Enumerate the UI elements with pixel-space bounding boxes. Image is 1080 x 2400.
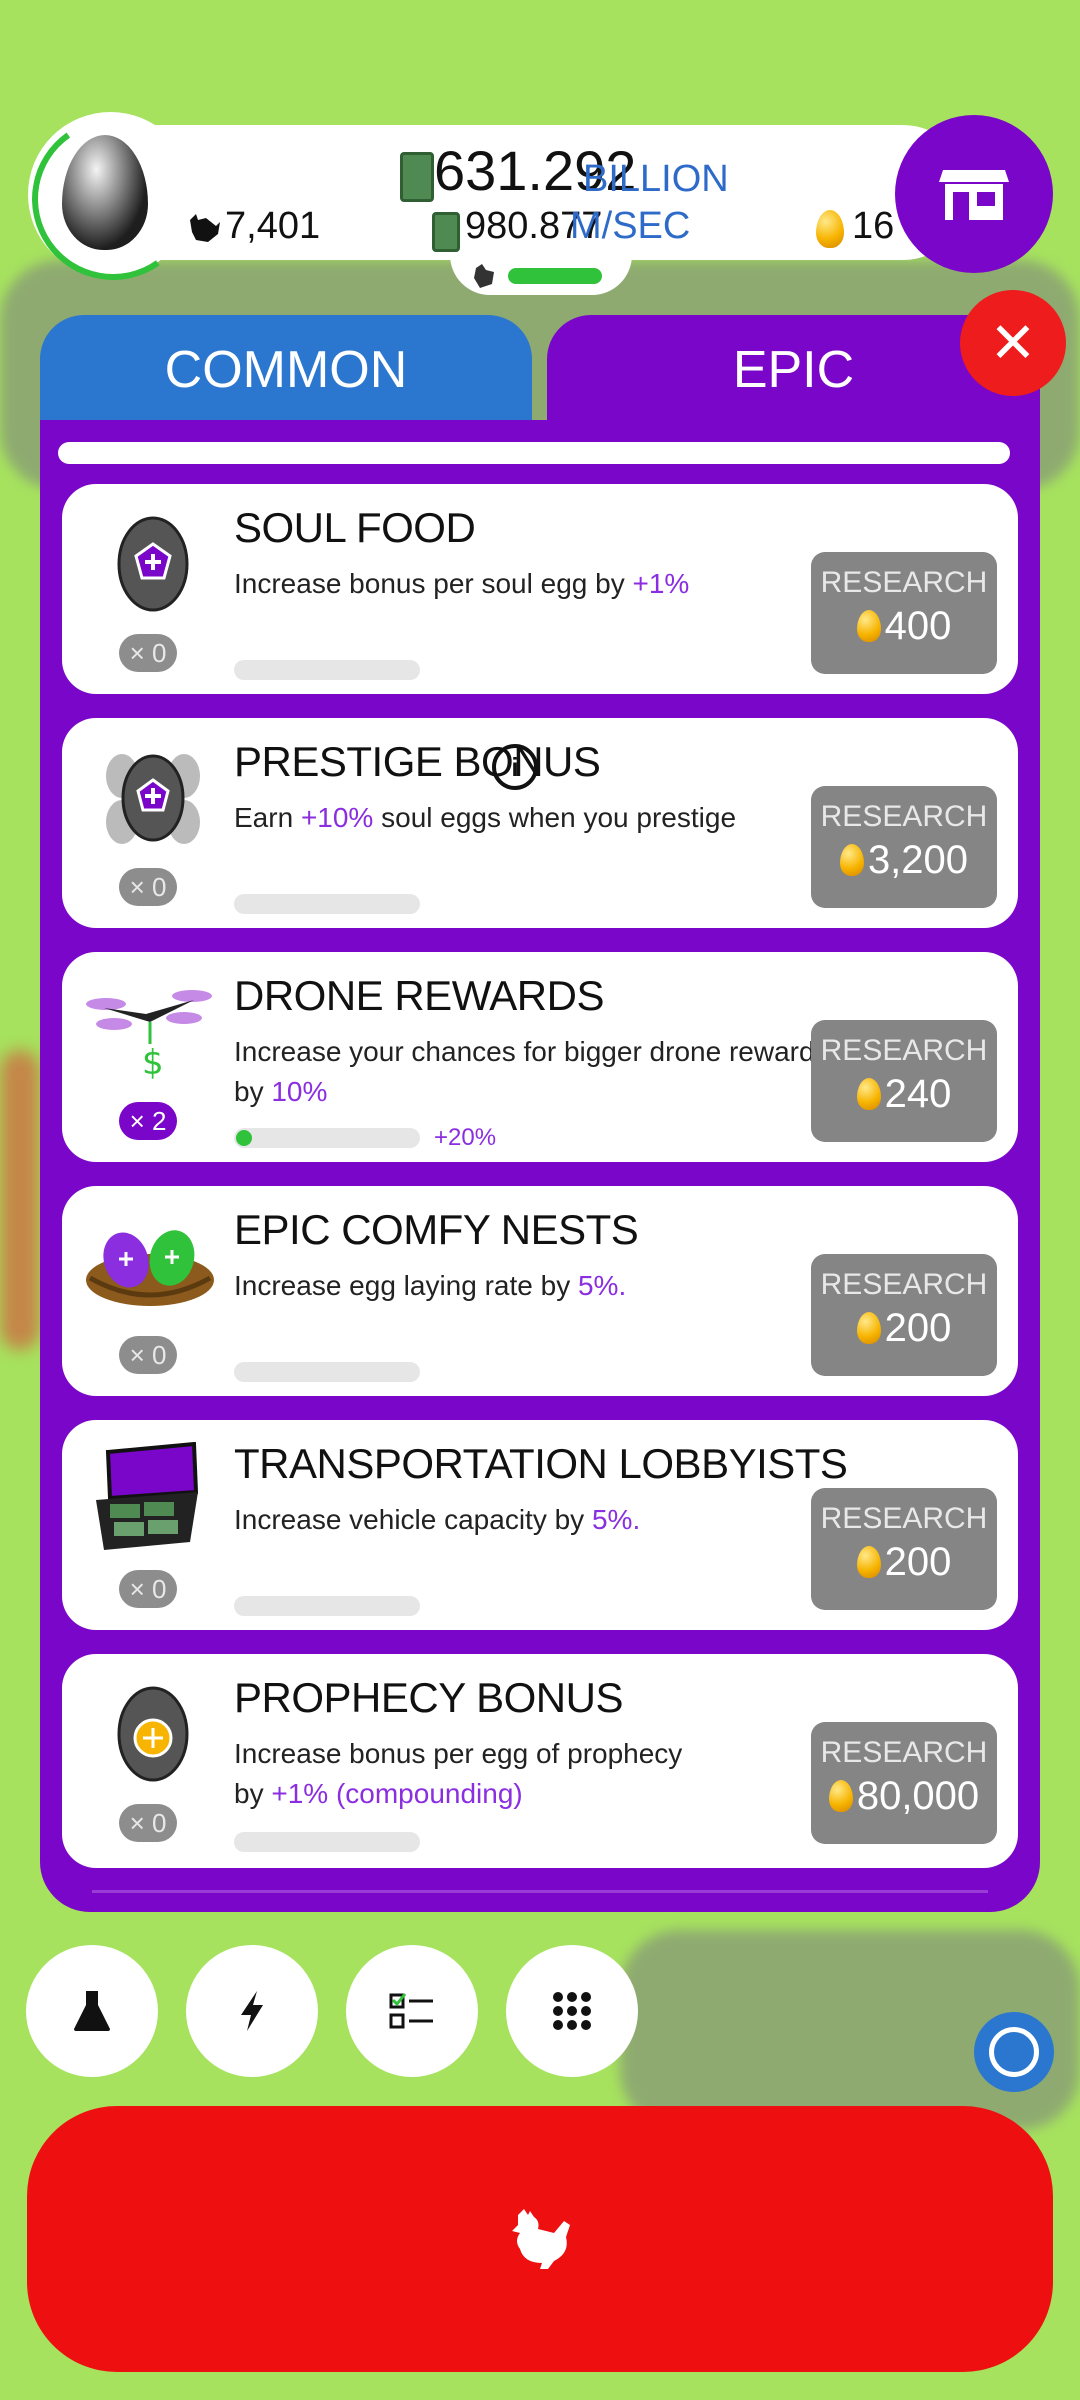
close-icon: ✕ <box>989 310 1037 376</box>
research-progress <box>234 894 420 914</box>
cash-rate-icon <box>432 212 460 252</box>
drone-target-button[interactable] <box>974 2012 1054 2092</box>
research-button[interactable]: RESEARCH 200 <box>811 1254 997 1376</box>
golden-egg-icon <box>828 1780 853 1812</box>
grid-icon <box>553 1992 591 2030</box>
briefcase-money-icon <box>96 1442 199 1550</box>
money-unit: BILLION <box>583 158 729 200</box>
research-cost: 80,000 <box>856 1774 980 1818</box>
golden-egg-icon <box>856 1546 881 1578</box>
shop-button[interactable] <box>895 115 1053 273</box>
earning-rate-unit: M/SEC <box>570 205 691 247</box>
research-button-label: RESEARCH <box>820 1034 988 1067</box>
research-count: × 0 <box>119 634 177 672</box>
research-item-soul-food: × 0 SOUL FOOD Increase bonus per soul eg… <box>62 484 1018 694</box>
golden-egg-count: 16 <box>852 205 895 247</box>
research-cost: 3,200 <box>867 838 969 882</box>
research-progress-fill <box>236 1130 252 1146</box>
research-button-label: RESEARCH <box>820 566 988 599</box>
tab-common-label: COMMON <box>164 341 408 399</box>
golden-egg-icon <box>856 1078 881 1110</box>
background-building <box>0 1050 40 1350</box>
golden-egg-icon <box>816 210 844 248</box>
research-button-label: RESEARCH <box>820 1736 988 1769</box>
prophecy-egg-icon <box>117 1686 189 1782</box>
research-button[interactable]: RESEARCH 80,000 <box>811 1722 997 1844</box>
research-progress <box>234 1128 420 1148</box>
research-item-epic-comfy-nests: × 0 EPIC COMFY NESTS Increase egg laying… <box>62 1186 1018 1396</box>
research-title: SOUL FOOD <box>234 504 476 551</box>
research-cost: 200 <box>884 1540 952 1584</box>
golden-egg-icon <box>839 844 864 876</box>
golden-egg-icon <box>856 1312 881 1344</box>
flask-icon <box>74 1991 110 2031</box>
research-count: × 0 <box>119 1336 177 1374</box>
research-description: Earn +10% soul eggs when you prestige <box>234 802 737 833</box>
research-title: TRANSPORTATION LOBBYISTS <box>234 1440 848 1487</box>
research-description: Increase egg laying rate by 5%. <box>234 1270 627 1301</box>
hatchery-fill <box>508 268 602 284</box>
research-progress <box>234 1596 420 1616</box>
research-count: × 0 <box>119 1570 177 1608</box>
checklist-icon <box>389 1993 433 2029</box>
research-item-drone-rewards: $ × 2 DRONE REWARDS Increase your chance… <box>62 952 1018 1162</box>
ring-icon <box>989 2027 1039 2077</box>
research-progress-label: +20% <box>434 1124 497 1151</box>
close-button[interactable]: ✕ <box>960 290 1066 396</box>
research-button[interactable]: RESEARCH 240 <box>811 1020 997 1142</box>
scroll-indicator <box>58 442 1010 464</box>
research-button-label: RESEARCH <box>820 1502 988 1535</box>
panel-divider <box>92 1890 988 1893</box>
chicken-icon <box>190 214 220 242</box>
research-description: Increase bonus per egg of prophecy by +1… <box>234 1738 683 1809</box>
cash-icon <box>400 152 434 202</box>
research-progress <box>234 660 420 680</box>
boosts-nav-button[interactable] <box>186 1945 318 2077</box>
research-progress <box>234 1362 420 1382</box>
svg-text:$: $ <box>142 1043 164 1083</box>
research-item-transportation-lobbyists: × 0 TRANSPORTATION LOBBYISTS Increase ve… <box>62 1420 1018 1630</box>
research-nav-button[interactable] <box>26 1945 158 2077</box>
shop-icon <box>939 170 1009 220</box>
research-button-label: RESEARCH <box>820 800 988 833</box>
tab-epic-label: EPIC <box>732 341 855 399</box>
menu-nav-button[interactable] <box>506 1945 638 2077</box>
hatch-chicken-button[interactable] <box>27 2106 1053 2372</box>
research-button[interactable]: RESEARCH 400 <box>811 552 997 674</box>
soul-egg-icon <box>117 516 189 612</box>
research-title: EPIC COMFY NESTS <box>234 1206 639 1253</box>
research-description: Increase bonus per soul egg by +1% <box>234 568 690 599</box>
research-progress <box>234 1832 420 1852</box>
chicken-small-icon <box>474 264 494 288</box>
research-count: × 0 <box>119 868 177 906</box>
research-button-label: RESEARCH <box>820 1268 988 1301</box>
chicken-count: 7,401 <box>225 205 321 247</box>
research-description: Increase your chances for bigger drone r… <box>234 1036 829 1107</box>
research-count: × 0 <box>119 1804 177 1842</box>
chicken-icon <box>512 2209 570 2269</box>
lightning-icon <box>241 1991 263 2031</box>
research-cost: 200 <box>884 1306 952 1350</box>
research-cost: 400 <box>884 604 952 648</box>
drone-icon: $ <box>86 990 212 1083</box>
research-title: PROPHECY BONUS <box>234 1674 624 1721</box>
research-title: PRESTIGE BONUS <box>234 738 601 785</box>
research-item-prophecy-bonus: × 0 PROPHECY BONUS Increase bonus per eg… <box>62 1654 1018 1868</box>
missions-nav-button[interactable] <box>346 1945 478 2077</box>
nest-icon <box>86 1230 214 1306</box>
prestige-eggs-icon <box>106 754 200 844</box>
research-cost: 240 <box>884 1072 952 1116</box>
research-button[interactable]: RESEARCH 3,200 <box>811 786 997 908</box>
info-icon[interactable]: i <box>492 744 538 790</box>
research-count: × 2 <box>119 1102 177 1140</box>
research-button[interactable]: RESEARCH 200 <box>811 1488 997 1610</box>
research-title: DRONE REWARDS <box>234 972 604 1019</box>
research-item-prestige-bonus: × 0 PRESTIGE BONUS i Earn +10% soul eggs… <box>62 718 1018 928</box>
tab-common[interactable]: COMMON <box>40 315 532 425</box>
research-description: Increase vehicle capacity by 5%. <box>234 1504 641 1535</box>
golden-egg-icon <box>856 610 881 642</box>
